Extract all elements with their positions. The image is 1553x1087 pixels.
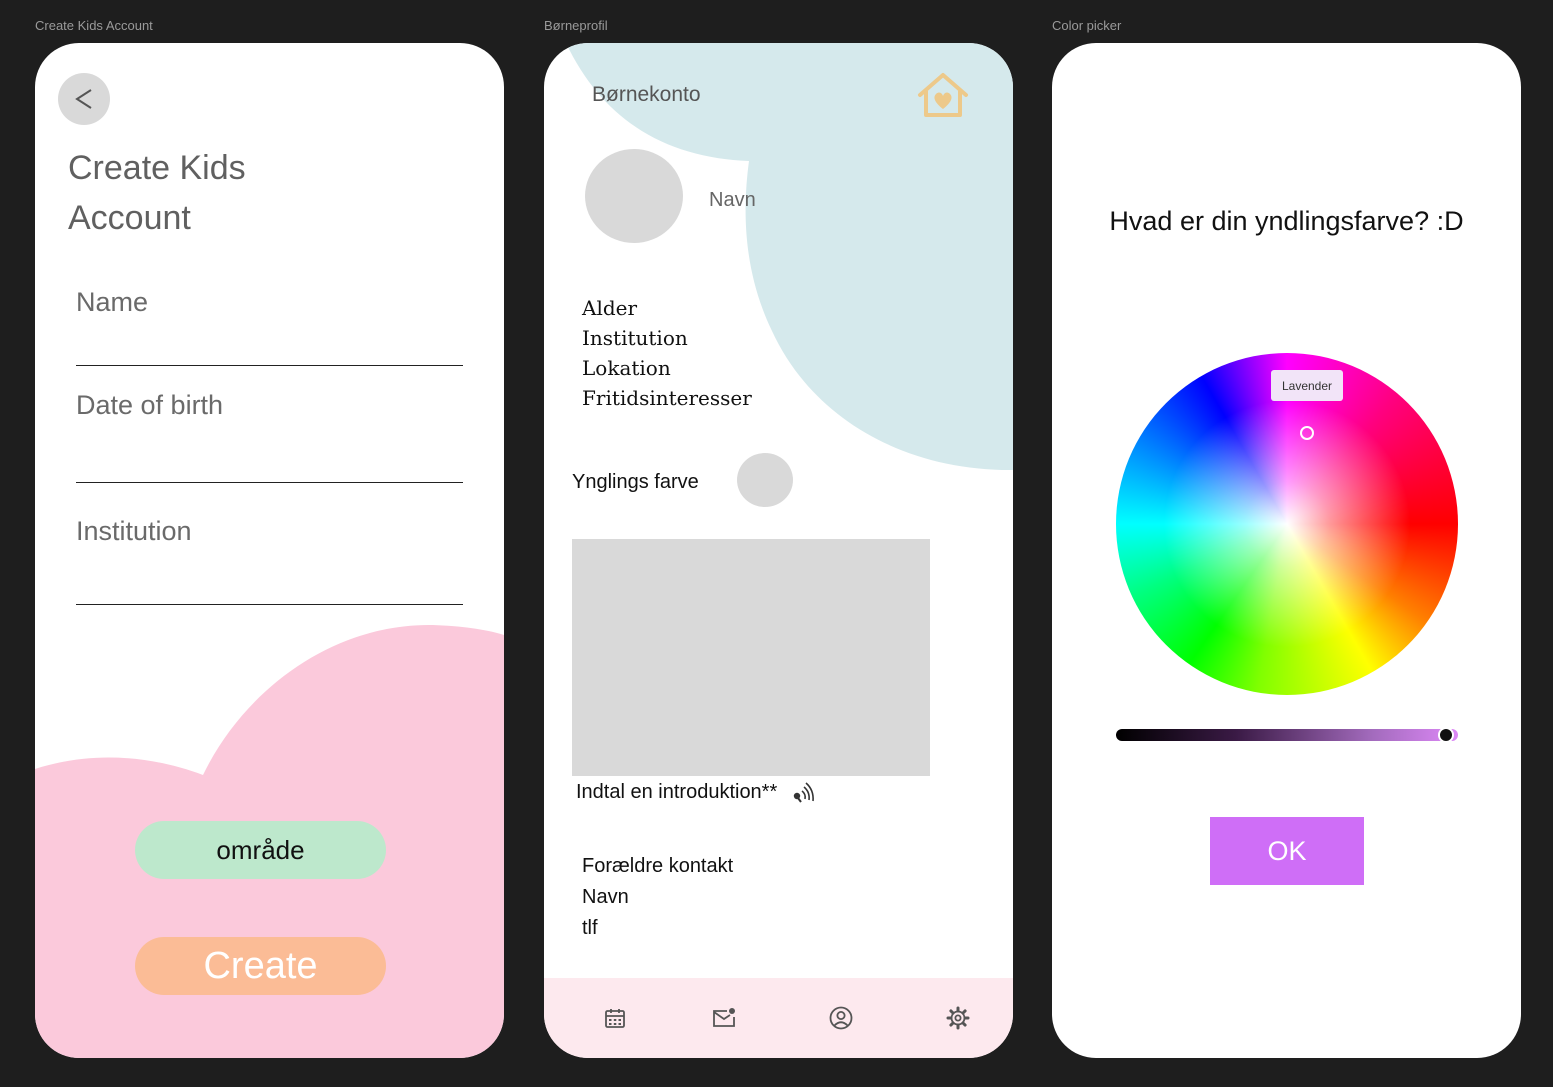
back-button[interactable] — [58, 73, 110, 125]
parent-contact-title: Forældre kontakt — [582, 855, 734, 877]
page-title: Børnekonto — [592, 83, 701, 106]
parent-contact-phone: tlf — [582, 917, 598, 939]
mail-icon — [713, 1008, 735, 1027]
institution-input[interactable] — [76, 566, 463, 605]
media-placeholder[interactable] — [572, 539, 930, 776]
brightness-slider[interactable] — [1116, 729, 1458, 741]
nav-mail-button[interactable] — [706, 1000, 742, 1036]
child-name: Navn — [709, 189, 756, 211]
favorite-color-label: Ynglings farve — [572, 471, 699, 493]
dob-input[interactable] — [76, 444, 463, 483]
avatar[interactable] — [585, 149, 683, 243]
color-wheel[interactable] — [1116, 353, 1458, 695]
ok-button[interactable]: OK — [1210, 817, 1364, 885]
color-name-tooltip: Lavender — [1271, 370, 1343, 401]
nav-settings-button[interactable] — [940, 1000, 976, 1036]
bottom-nav — [544, 978, 1013, 1058]
parent-contact-name: Navn — [582, 886, 629, 908]
create-button[interactable]: Create — [135, 937, 386, 995]
info-institution: Institution — [582, 326, 688, 350]
info-hobbies: Fritidsinteresser — [582, 386, 752, 410]
settings-icon — [946, 1006, 970, 1030]
home-heart-icon[interactable] — [916, 71, 970, 119]
institution-label: Institution — [76, 516, 192, 546]
info-location: Lokation — [582, 356, 671, 380]
frame-label-profile: Børneprofil — [544, 18, 608, 33]
info-list: Alder Institution Lokation Fritidsintere… — [582, 293, 752, 413]
create-kids-account-screen: Create Kids Account Name Date of birth I… — [35, 43, 504, 1058]
favorite-color-swatch[interactable] — [737, 453, 793, 507]
brightness-slider-thumb[interactable] — [1438, 727, 1454, 743]
frame-label-color-picker: Color picker — [1052, 18, 1122, 33]
record-intro-label: Indtal en introduktion** — [576, 781, 778, 803]
dob-field-group: Date of birth — [76, 390, 463, 483]
profile-icon — [829, 1006, 853, 1030]
frame-label-kids-account: Create Kids Account — [35, 18, 153, 33]
dob-label: Date of birth — [76, 390, 224, 420]
child-profile-screen: Børnekonto Navn Alder Institution Lokati… — [544, 43, 1013, 1058]
name-input[interactable] — [76, 327, 463, 366]
color-picker-screen: Hvad er din yndlingsfarve? :D Lavender O… — [1052, 43, 1521, 1058]
nav-calendar-button[interactable] — [597, 1000, 633, 1036]
name-label: Name — [76, 287, 149, 317]
favorite-color-question: Hvad er din yndlingsfarve? :D — [1109, 206, 1464, 236]
voice-recording-icon — [791, 781, 817, 804]
parent-contact: Forældre kontakt Navn tlf — [582, 851, 733, 944]
info-age: Alder — [582, 296, 638, 320]
record-intro-button[interactable]: Indtal en introduktion** — [576, 781, 817, 804]
chevron-left-icon — [75, 89, 92, 109]
color-wheel-handle[interactable] — [1300, 426, 1314, 440]
area-button[interactable]: område — [135, 821, 386, 879]
name-field-group: Name — [76, 287, 463, 366]
nav-profile-button[interactable] — [823, 1000, 859, 1036]
institution-field-group: Institution — [76, 516, 463, 605]
calendar-icon — [605, 1009, 625, 1028]
page-title: Create Kids Account — [68, 149, 246, 237]
